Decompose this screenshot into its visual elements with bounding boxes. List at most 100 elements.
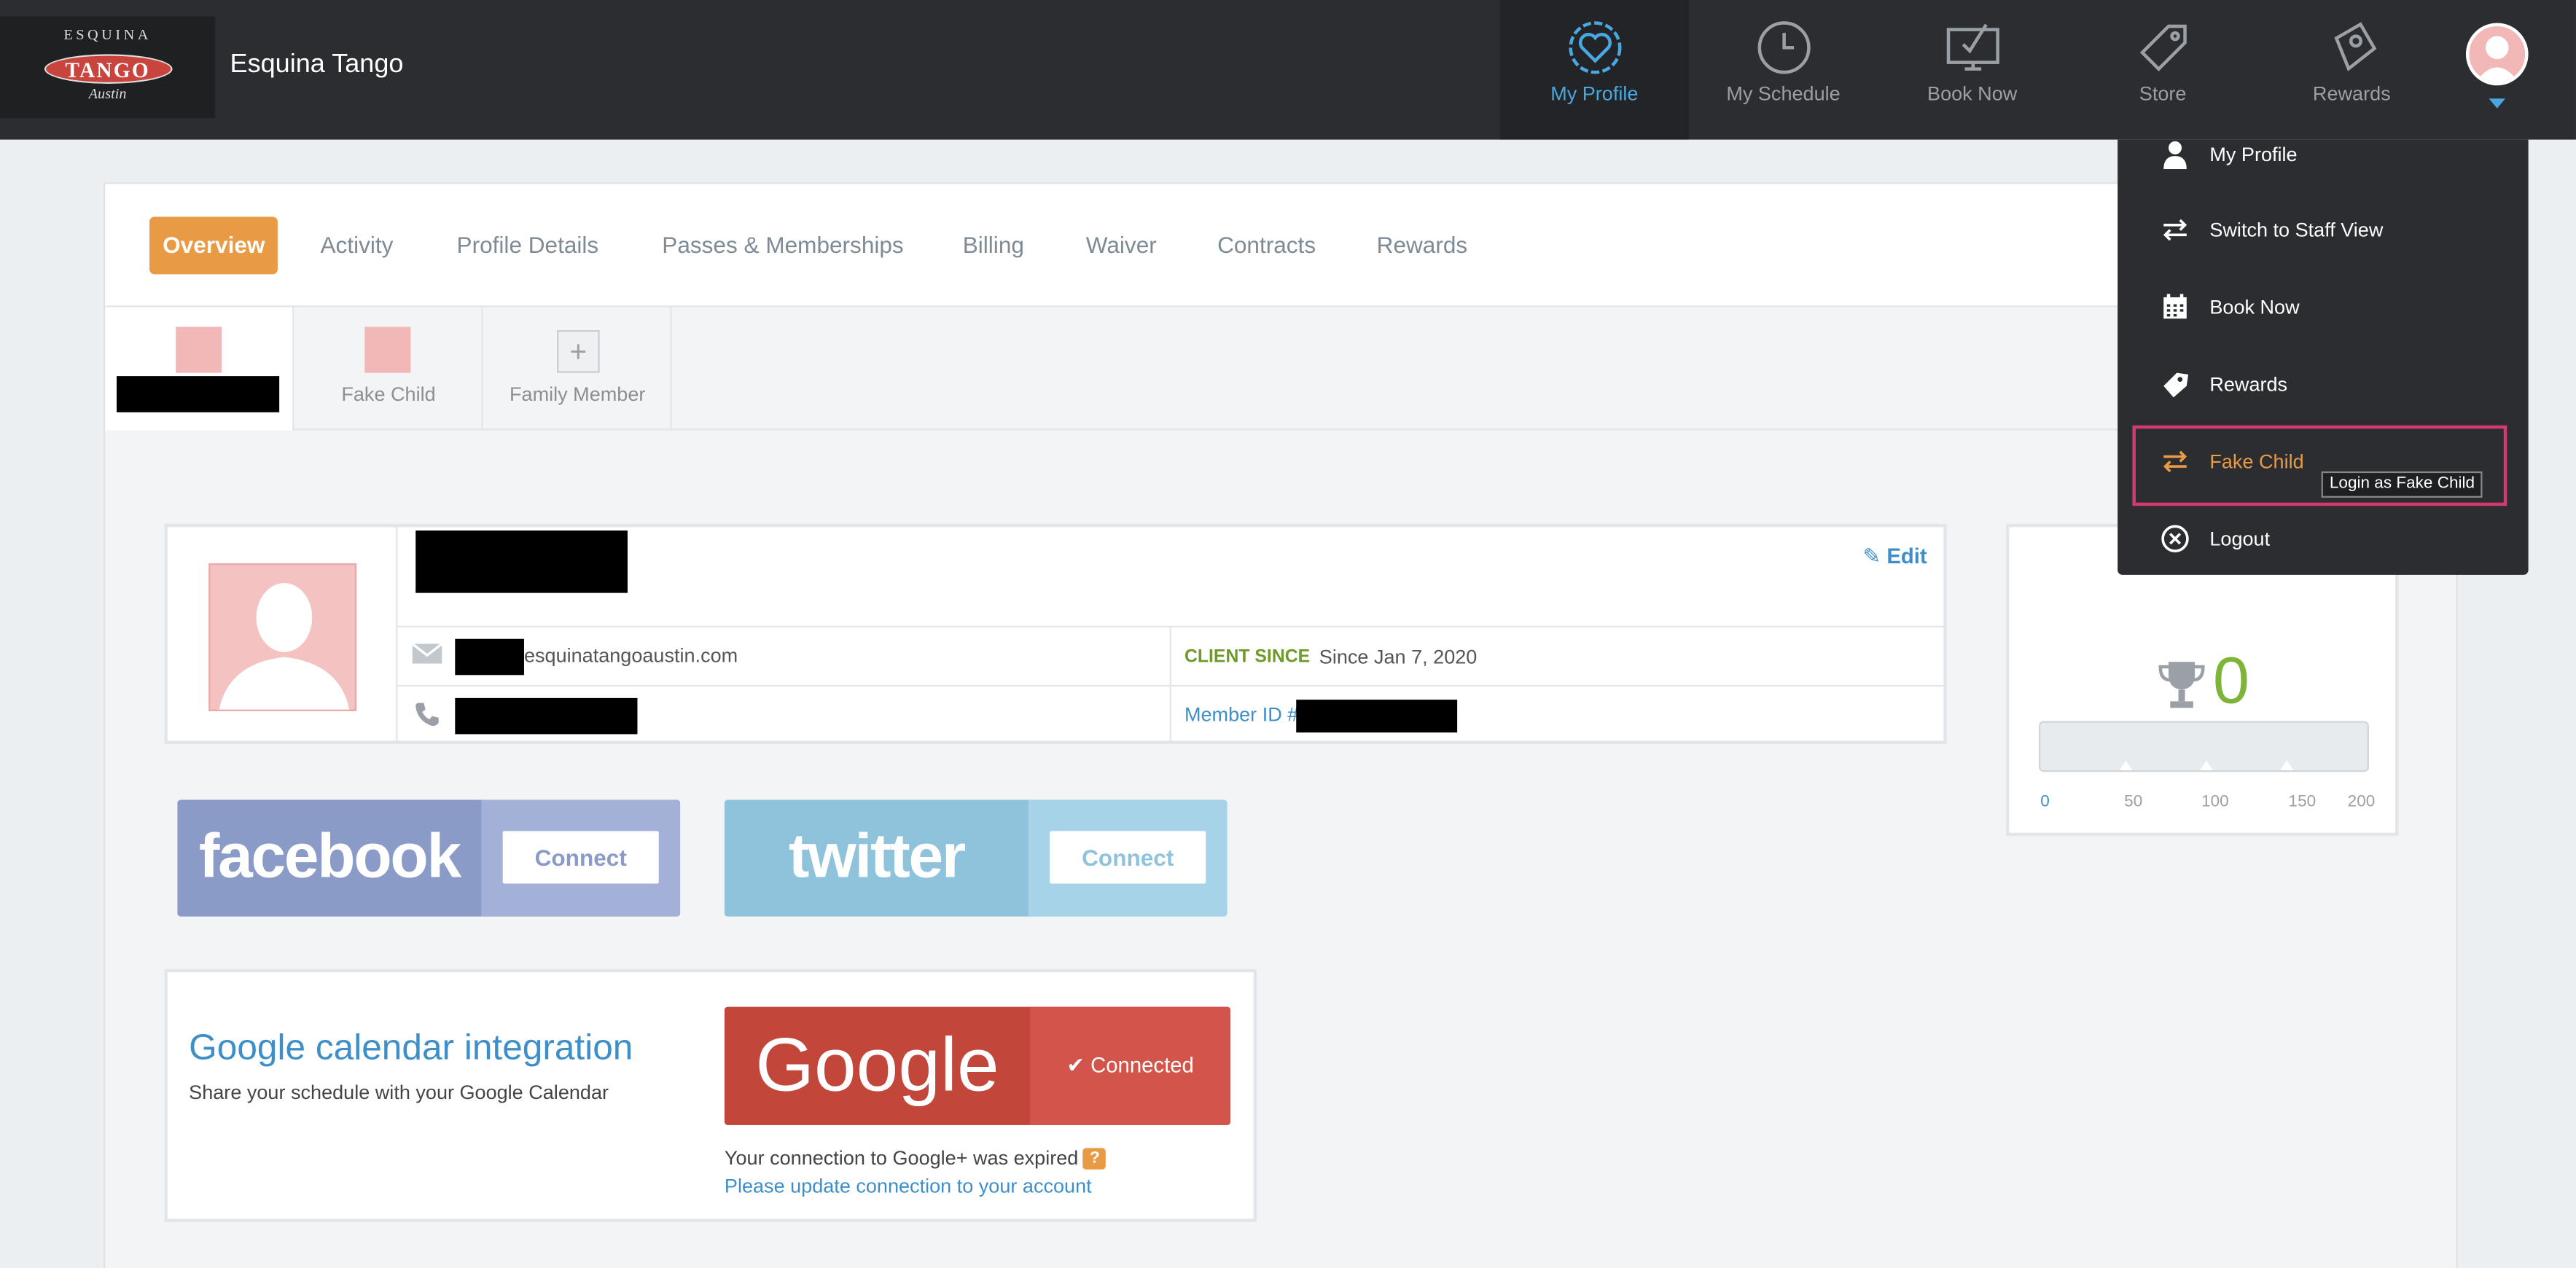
tab-overview[interactable]: Overview [149, 216, 278, 275]
phone-icon [415, 703, 439, 727]
facebook-logo: facebook [177, 799, 482, 917]
twitter-connect-button[interactable]: Connect [1050, 831, 1206, 884]
gcal-subtitle: Share your schedule with your Google Cal… [189, 1081, 609, 1104]
clock-icon [1757, 21, 1811, 74]
brand-name: Esquina Tango [230, 50, 404, 79]
add-family-member[interactable]: + Family Member [483, 307, 672, 431]
trophy-icon [2158, 662, 2205, 708]
tick-label: 200 [2347, 793, 2376, 812]
facebook-connect-area: Connect [481, 799, 681, 917]
nav-store[interactable]: Store [2069, 0, 2257, 140]
redacted-email-prefix [455, 638, 524, 676]
member-avatar [176, 326, 222, 373]
person-icon [2163, 141, 2187, 170]
redacted-name [117, 376, 280, 412]
divider [1169, 627, 1171, 741]
menu-item-label: Logout [2209, 527, 2271, 551]
tick-label: 150 [2288, 793, 2317, 812]
switch-arrows-icon [2163, 219, 2187, 241]
nav-book-now[interactable]: Book Now [1878, 0, 2066, 140]
member-avatar [364, 326, 411, 373]
member-label: Fake Child [341, 383, 436, 406]
avatar-silhouette-icon [219, 583, 350, 710]
tab-billing[interactable]: Billing [950, 217, 1037, 275]
member-fake-child[interactable]: Fake Child [294, 307, 483, 431]
menu-item-label: Switch to Staff View [2209, 218, 2384, 242]
plus-icon: + [557, 330, 600, 373]
client-since-label: CLIENT SINCE [1184, 646, 1311, 668]
profile-tabs: Overview Activity Profile Details Passes… [105, 184, 2456, 308]
logo-middle-text: TANGO [43, 54, 172, 84]
menu-item-my-profile[interactable]: My Profile [2118, 140, 2528, 217]
chevron-down-icon[interactable] [2489, 98, 2506, 109]
client-since-value: Since Jan 7, 2020 [1319, 645, 1478, 669]
menu-item-label: Book Now [2209, 295, 2300, 319]
tab-activity[interactable]: Activity [307, 217, 406, 275]
nav-label: My Schedule [1726, 82, 1841, 106]
tab-profile-details[interactable]: Profile Details [444, 217, 612, 275]
user-avatar-menu[interactable] [2465, 23, 2529, 86]
avatar [208, 563, 357, 711]
menu-item-label: Rewards [2209, 372, 2288, 396]
help-icon[interactable]: ? [1083, 1148, 1106, 1170]
update-connection-link[interactable]: Please update connection to your account [725, 1174, 1092, 1197]
family-members-bar: Fake Child + Family Member [105, 307, 2456, 431]
google-calendar-integration: Google calendar integration Share your s… [164, 968, 1257, 1222]
menu-item-label: My Profile [2209, 143, 2298, 166]
member-self[interactable] [105, 307, 294, 431]
user-dropdown-menu: My Profile Switch to Staff View Book Now… [2118, 139, 2529, 575]
google-connect-button[interactable]: Google ✔ Connected [724, 1006, 1231, 1125]
member-id-label: Member ID # [1184, 703, 1299, 727]
tick-label: 100 [2201, 793, 2229, 812]
tab-waiver[interactable]: Waiver [1073, 217, 1170, 275]
twitter-connect-area: Connect [1028, 799, 1227, 917]
reward-tag-icon [2334, 22, 2377, 71]
redacted-member-id [1296, 700, 1458, 733]
nav-label: Rewards [2312, 82, 2391, 106]
reward-points: 0 [2212, 645, 2250, 718]
heart-badge-icon [1569, 21, 1622, 74]
twitter-connect-card: twitter Connect [724, 799, 1227, 917]
nav-my-profile[interactable]: My Profile [1499, 0, 1689, 140]
menu-item-switch-staff-view[interactable]: Switch to Staff View [2118, 215, 2528, 292]
redacted-phone [455, 697, 638, 735]
nav-my-schedule[interactable]: My Schedule [1689, 0, 1878, 140]
tab-contracts[interactable]: Contracts [1204, 217, 1329, 275]
edit-profile-link[interactable]: ✎ Edit [1863, 544, 1927, 570]
google-logo: Google [755, 1021, 999, 1108]
pencil-icon: ✎ [1862, 544, 1881, 568]
profile-photo[interactable] [168, 527, 398, 741]
ticket-icon [2163, 372, 2189, 398]
expired-text: Your connection to Google+ was expired [724, 1146, 1079, 1170]
login-as-tooltip: Login as Fake Child [2321, 471, 2483, 498]
logo-badge: ESQUINA TANGO Austin [40, 26, 175, 109]
member-label: Family Member [510, 383, 646, 406]
facebook-connect-button[interactable]: Connect [502, 831, 659, 884]
facebook-connect-card: facebook Connect [177, 799, 681, 917]
nav-rewards[interactable]: Rewards [2257, 0, 2446, 140]
rewards-progress-bar [2038, 721, 2369, 772]
nav-label: Book Now [1927, 82, 2018, 106]
top-navigation-bar: ESQUINA TANGO Austin Esquina Tango My Pr… [0, 0, 2576, 140]
close-circle-icon [2161, 525, 2189, 552]
twitter-logo: twitter [724, 799, 1029, 917]
tick-label: 50 [2124, 793, 2143, 812]
envelope-icon [411, 643, 443, 664]
menu-item-logout[interactable]: Logout [2118, 524, 2528, 601]
tab-passes-memberships[interactable]: Passes & Memberships [649, 217, 917, 275]
profile-summary: ✎ Edit esquinatangoaustin.com CLIENT SIN… [164, 523, 1947, 744]
redacted-client-name [415, 530, 628, 593]
monitor-check-icon [1946, 23, 1999, 71]
google-status: ✔ Connected [1030, 1006, 1231, 1125]
logo-top-text: ESQUINA [63, 26, 152, 43]
logo-bottom-text: Austin [88, 85, 127, 102]
calendar-icon [2163, 294, 2187, 319]
menu-item-book-now[interactable]: Book Now [2118, 292, 2528, 369]
tick-label: 0 [2040, 793, 2050, 812]
nav-label: My Profile [1550, 82, 1639, 106]
email-domain: esquinatangoaustin.com [523, 643, 738, 668]
edit-label: Edit [1886, 544, 1927, 568]
google-expired-notice: Your connection to Google+ was expired? [725, 1146, 1106, 1170]
esquina-tango-logo[interactable]: ESQUINA TANGO Austin [0, 16, 216, 119]
tab-rewards[interactable]: Rewards [1364, 217, 1481, 275]
